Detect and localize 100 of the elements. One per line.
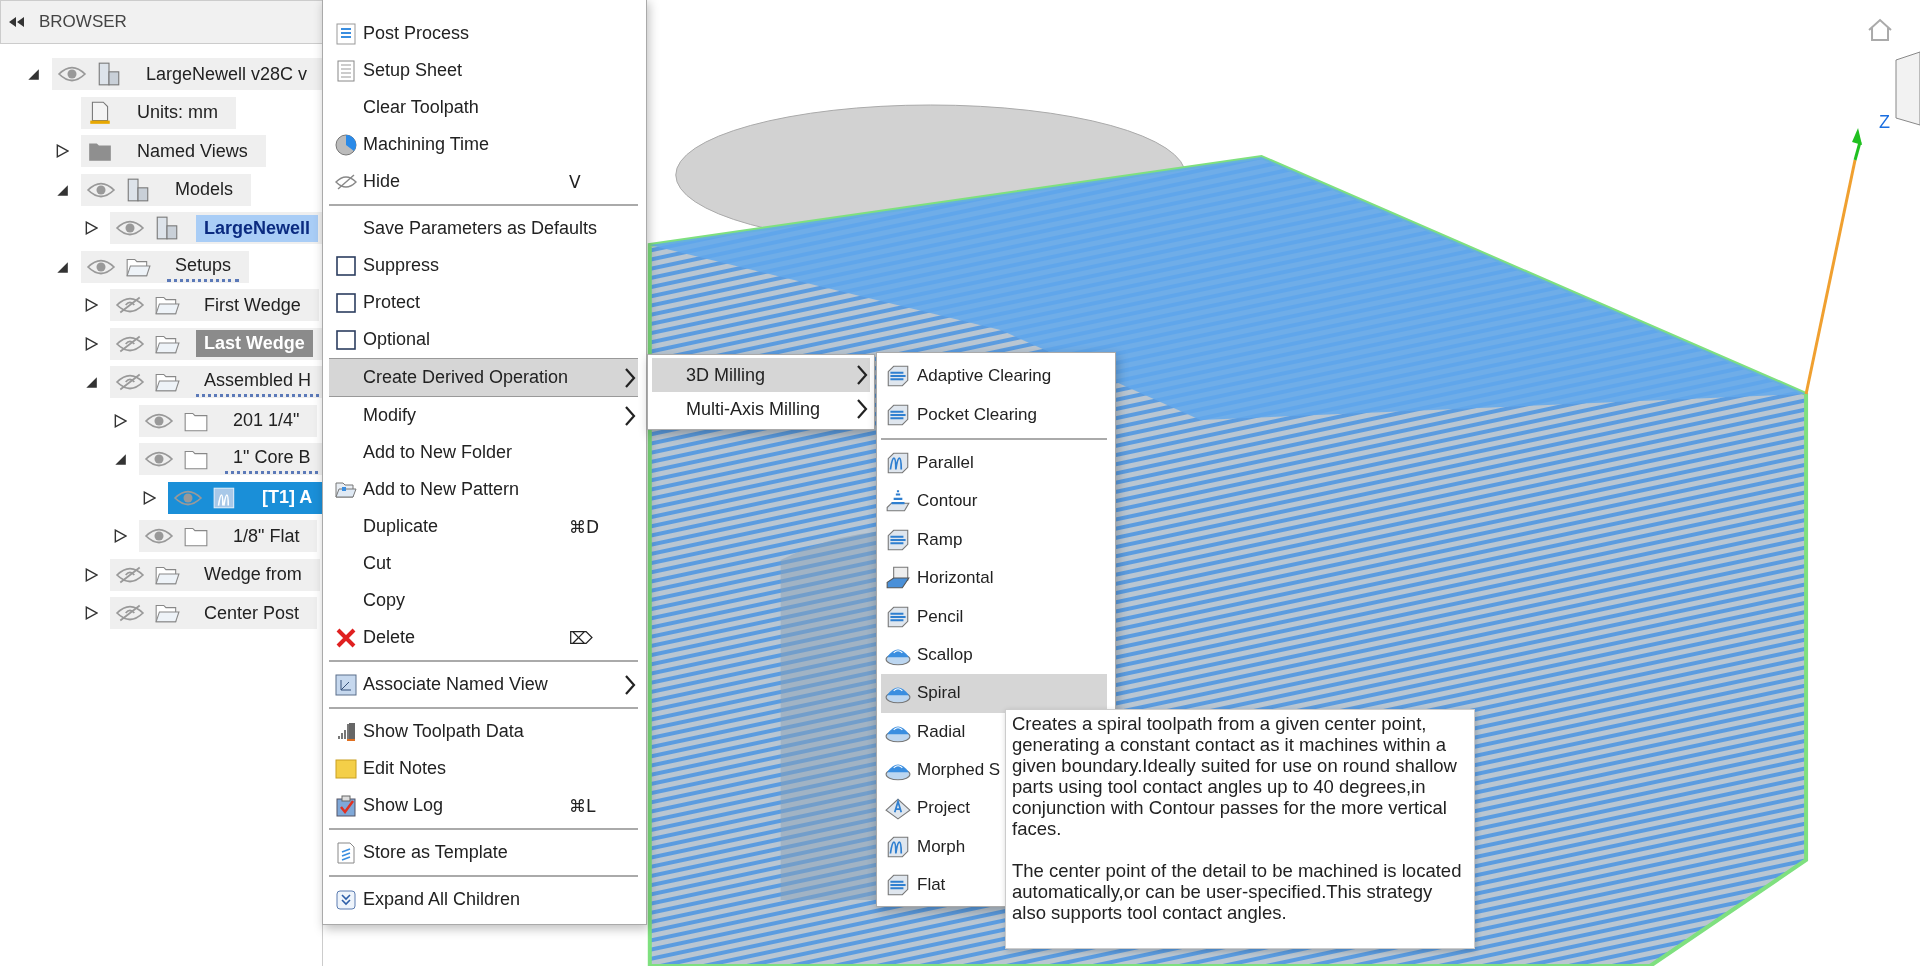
- view-frame-icon: [335, 673, 357, 696]
- tree-item-label: 1/8" Flat: [232, 524, 301, 548]
- menu-item[interactable]: Show Toolpath Data: [329, 713, 638, 750]
- checkbox[interactable]: [335, 254, 357, 277]
- menu-item[interactable]: Duplicate ⌘D: [329, 508, 638, 545]
- menu-item[interactable]: Store as Template: [329, 834, 638, 871]
- collapsed-triangle-icon[interactable]: [84, 567, 98, 582]
- expanded-triangle-icon[interactable]: [84, 375, 98, 390]
- menu-item[interactable]: Horizontal: [881, 558, 1107, 598]
- tree-item[interactable]: LargeNewell v28C v: [52, 58, 322, 91]
- collapsed-triangle-icon[interactable]: [113, 529, 127, 544]
- menu-item[interactable]: Ramp: [881, 520, 1107, 559]
- tree-item[interactable]: Units: mm: [81, 96, 236, 129]
- tree-item[interactable]: Named Views: [81, 135, 266, 168]
- collapsed-triangle-icon[interactable]: [113, 413, 127, 428]
- expand-icon: [335, 888, 357, 911]
- tree-item-label: LargeNewell v28C v: [145, 62, 309, 86]
- tree-item-label: [T1] A: [261, 486, 314, 510]
- tree-item[interactable]: 201 1/4": [139, 404, 318, 437]
- shortcut-label: V: [569, 171, 581, 192]
- menu-item[interactable]: Scallop: [881, 635, 1107, 675]
- menu-item[interactable]: Cut: [329, 545, 638, 582]
- tree-item-label: LargeNewell: [196, 214, 319, 242]
- menu-item[interactable]: Modify: [329, 397, 638, 434]
- axis-label: Z: [1879, 112, 1890, 133]
- menu-item[interactable]: Adaptive Clearing: [881, 357, 1107, 396]
- tooltip-text: The center point of the detail to be machined is located automatically,or can be user-specified.This strategy also supports tool contact angles.: [1012, 860, 1463, 923]
- chevron-right-icon: [856, 398, 868, 420]
- collapsed-triangle-icon[interactable]: [84, 606, 98, 621]
- menu-item[interactable]: 3D Milling: [652, 358, 870, 392]
- menu-item[interactable]: Add to New Pattern: [329, 471, 638, 508]
- menu-item[interactable]: Show Log ⌘L: [329, 787, 638, 824]
- shortcut-label: ⌦: [569, 627, 594, 648]
- menu-item[interactable]: Parallel: [881, 443, 1107, 483]
- chevron-right-icon: [624, 366, 636, 389]
- clipboard-icon: [335, 794, 357, 817]
- tree-item-label: Models: [174, 178, 235, 202]
- block-part-icon: [96, 61, 122, 88]
- menu-item[interactable]: Associate Named View: [329, 666, 638, 703]
- menu-item[interactable]: Copy: [329, 582, 638, 619]
- menu-item[interactable]: Hide V: [329, 163, 638, 200]
- chevron-right-icon: [856, 364, 868, 386]
- tree-item[interactable]: First Wedge: [110, 289, 319, 322]
- menu-item[interactable]: Add to New Folder: [329, 434, 638, 471]
- tree-item[interactable]: Assembled H: [110, 366, 322, 399]
- menu-item[interactable]: Pocket Clearing: [881, 395, 1107, 434]
- menu-item[interactable]: Machining Time: [329, 126, 638, 163]
- shortcut-label: ⌘L: [569, 795, 596, 816]
- delete-icon: [335, 626, 357, 649]
- menu-item[interactable]: Pencil: [881, 597, 1107, 636]
- tree-item-label: Units: mm: [136, 101, 219, 125]
- tree-item-label: Last Wedge: [196, 330, 313, 358]
- menu-item[interactable]: Optional: [329, 321, 638, 358]
- tree-item[interactable]: [T1] A: [168, 481, 322, 514]
- template-icon: [335, 841, 357, 864]
- note-icon: [335, 757, 357, 780]
- tree-item-label: 1" Core B: [225, 444, 319, 475]
- checkbox[interactable]: [335, 291, 357, 314]
- tree-item[interactable]: Center Post: [110, 597, 318, 630]
- collapsed-triangle-icon[interactable]: [84, 298, 98, 313]
- menu-item[interactable]: Edit Notes: [329, 750, 638, 787]
- checkbox[interactable]: [335, 328, 357, 351]
- collapsed-triangle-icon[interactable]: [55, 144, 69, 159]
- collapsed-triangle-icon[interactable]: [84, 336, 98, 351]
- tree-item[interactable]: Setups: [81, 250, 250, 283]
- tree-item[interactable]: LargeNewell: [110, 212, 322, 245]
- code-sheet-icon: [335, 22, 357, 45]
- tree-item[interactable]: Models: [81, 173, 252, 206]
- tree-item[interactable]: 1/8" Flat: [139, 520, 318, 553]
- chevron-right-icon: [624, 673, 636, 696]
- menu-item[interactable]: Post Process: [329, 15, 638, 52]
- menu-item[interactable]: Contour: [881, 482, 1107, 521]
- expanded-triangle-icon[interactable]: [26, 67, 40, 82]
- bar-chart-icon: [335, 720, 357, 743]
- block-part-icon: [125, 176, 151, 203]
- menu-item[interactable]: Create Derived Operation: [329, 358, 638, 397]
- menu-item[interactable]: Delete ⌦: [329, 619, 638, 656]
- browser-title: BROWSER: [39, 12, 127, 32]
- menu-item[interactable]: Clear Toolpath: [329, 89, 638, 126]
- tooltip-text: Creates a spiral toolpath from a given center point, generating a constant contact as it machines within a given boundary.Ideally suited for use on round shallow parts using tool contact angles up to 40 degrees,in conjunction with Contour passes for the more vertical faces.: [1012, 713, 1458, 839]
- block-part-icon: [154, 215, 180, 242]
- collapsed-triangle-icon[interactable]: [142, 490, 156, 505]
- collapse-icon[interactable]: [9, 17, 25, 27]
- expanded-triangle-icon[interactable]: [113, 452, 127, 467]
- menu-item[interactable]: Suppress: [329, 247, 638, 284]
- tree-item[interactable]: Wedge from: [110, 558, 320, 591]
- menu-item[interactable]: Expand All Children: [329, 881, 638, 918]
- shortcut-label: ⌘D: [569, 516, 600, 537]
- menu-item[interactable]: Multi-Axis Milling: [652, 392, 870, 426]
- menu-item[interactable]: Save Parameters as Defaults: [329, 210, 638, 247]
- tree-item[interactable]: 1" Core B: [139, 443, 322, 476]
- tree-item-label: First Wedge: [203, 293, 302, 317]
- tree-item-label: Named Views: [136, 139, 249, 163]
- menu-item[interactable]: Spiral: [881, 674, 1107, 713]
- tree-item-label: Center Post: [203, 601, 301, 625]
- document-icon: [335, 59, 357, 82]
- tree-item-label: Wedge from: [203, 563, 303, 587]
- menu-item[interactable]: Setup Sheet: [329, 52, 638, 89]
- menu-item[interactable]: Protect: [329, 284, 638, 321]
- collapsed-triangle-icon[interactable]: [84, 221, 98, 236]
